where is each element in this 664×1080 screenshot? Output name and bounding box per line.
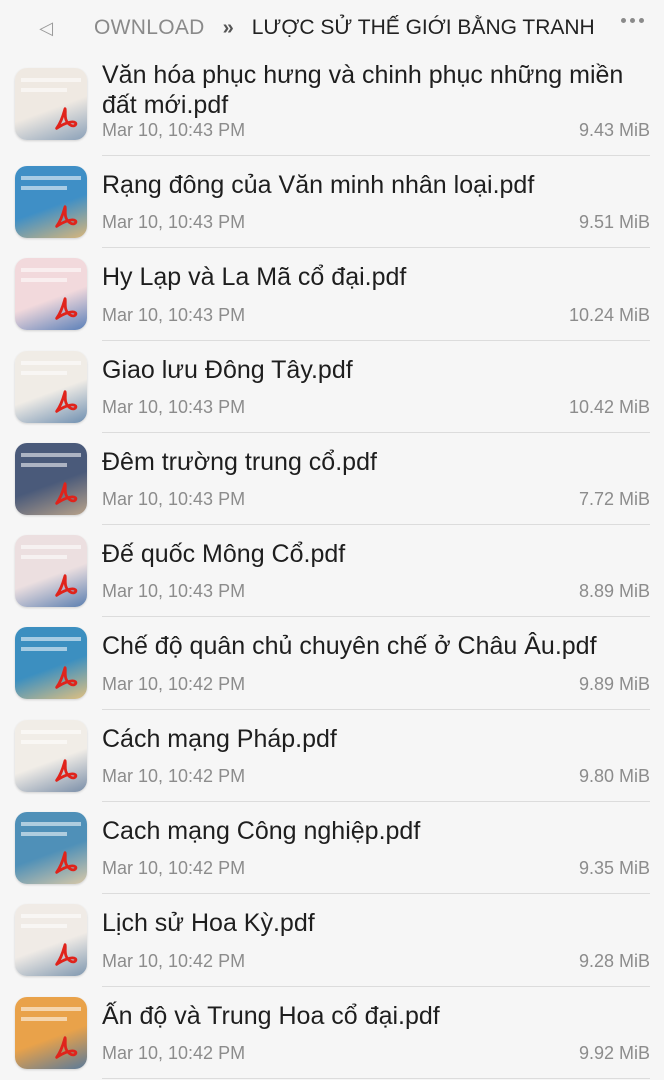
pdf-file-icon	[51, 663, 81, 693]
pdf-thumbnail	[15, 812, 87, 885]
pdf-file-icon	[51, 1033, 81, 1063]
pdf-thumbnail	[15, 68, 87, 140]
pdf-thumbnail	[15, 904, 87, 977]
file-info: Văn hóa phục hưng và chinh phục những mi…	[102, 56, 650, 156]
pdf-thumbnail	[15, 442, 87, 515]
file-size: 9.51 MiB	[578, 212, 650, 233]
file-info: Đế quốc Mông Cổ.pdf Mar 10, 10:43 PM 8.89 …	[102, 525, 650, 618]
file-date: Mar 10, 10:43 PM	[102, 489, 246, 510]
file-row[interactable]: Cách mạng Pháp.pdf Mar 10, 10:42 PM 9.80 M…	[0, 710, 664, 803]
file-info: Chế độ quân chủ chuyên chế ở Châu Âu.pdf…	[102, 617, 650, 710]
file-date: Mar 10, 10:43 PM	[102, 581, 246, 602]
file-name: Giao lưu Đông Tây.pdf	[102, 355, 353, 384]
file-name: Đêm trường trung cổ.pdf	[102, 447, 377, 476]
file-date: Mar 10, 10:43 PM	[102, 212, 246, 233]
file-name: Ấn độ và Trung Hoa cổ đại.pdf	[102, 1001, 440, 1030]
file-size: 10.42 MiB	[568, 396, 650, 417]
file-row[interactable]: Văn hóa phục hưng và chinh phục những mi…	[0, 56, 664, 156]
file-row[interactable]: Rạng đông của Văn minh nhân loại.pdf Mar …	[0, 156, 664, 249]
pdf-file-icon	[51, 571, 81, 601]
file-row[interactable]: Ấn độ và Trung Hoa cổ đại.pdf Mar 10, 10:…	[0, 987, 664, 1079]
pdf-file-icon	[51, 940, 81, 970]
file-info: Rạng đông của Văn minh nhân loại.pdf Mar …	[102, 156, 650, 249]
file-date: Mar 10, 10:42 PM	[102, 1042, 246, 1063]
pdf-file-icon	[51, 104, 81, 134]
file-row[interactable]: Hy Lạp và La Mã cổ đại.pdf Mar 10, 10:43 …	[0, 248, 664, 341]
file-date: Mar 10, 10:42 PM	[102, 950, 246, 971]
file-info: Cach mạng Công nghiệp.pdf Mar 10, 10:42 P…	[102, 802, 650, 895]
file-name: Đế quốc Mông Cổ.pdf	[102, 540, 346, 569]
file-list: Văn hóa phục hưng và chinh phục những mi…	[0, 56, 664, 1079]
file-row[interactable]: Lịch sử Hoa Kỳ.pdf Mar 10, 10:42 PM 9.28 M…	[0, 894, 664, 987]
pdf-thumbnail	[15, 350, 87, 423]
file-info: Cách mạng Pháp.pdf Mar 10, 10:42 PM 9.80 M…	[102, 710, 650, 803]
file-name: Cách mạng Pháp.pdf	[102, 724, 337, 753]
file-size: 9.89 MiB	[578, 673, 650, 694]
file-info: Ấn độ và Trung Hoa cổ đại.pdf Mar 10, 10:…	[102, 987, 650, 1079]
top-bar: ◁ OWNLOAD » LƯỢC SỬ THẾ GIỚI BẰNG TRANH	[0, 0, 664, 56]
file-info: Hy Lạp và La Mã cổ đại.pdf Mar 10, 10:43 …	[102, 248, 650, 341]
file-size: 9.28 MiB	[578, 950, 650, 971]
file-size: 8.89 MiB	[578, 581, 650, 602]
pdf-thumbnail	[15, 258, 87, 331]
file-name: Rạng đông của Văn minh nhân loại.pdf	[102, 171, 535, 199]
file-size: 10.24 MiB	[568, 304, 650, 325]
pdf-file-icon	[51, 848, 81, 878]
file-row[interactable]: Chế độ quân chủ chuyên chế ở Châu Âu.pdf…	[0, 617, 664, 710]
pdf-thumbnail	[15, 996, 87, 1069]
pdf-file-icon	[51, 294, 81, 324]
file-row[interactable]: Giao lưu Đông Tây.pdf Mar 10, 10:43 PM 10.…	[0, 341, 664, 433]
breadcrumb-parent[interactable]: OWNLOAD	[94, 16, 205, 40]
pdf-thumbnail	[15, 535, 87, 608]
file-name: Cach mạng Công nghiệp.pdf	[102, 817, 421, 846]
file-date: Mar 10, 10:43 PM	[102, 120, 246, 140]
file-date: Mar 10, 10:43 PM	[102, 304, 246, 325]
file-date: Mar 10, 10:42 PM	[102, 673, 246, 694]
file-size: 9.92 MiB	[578, 1042, 650, 1063]
file-name: Chế độ quân chủ chuyên chế ở Châu Âu.pdf	[102, 632, 597, 661]
file-row[interactable]: Đêm trường trung cổ.pdf Mar 10, 10:43 PM 7…	[0, 433, 664, 526]
pdf-thumbnail	[15, 166, 87, 238]
more-options-icon[interactable]	[621, 18, 644, 23]
file-date: Mar 10, 10:42 PM	[102, 858, 246, 879]
pdf-file-icon	[51, 387, 81, 417]
file-info: Đêm trường trung cổ.pdf Mar 10, 10:43 PM 7…	[102, 433, 650, 526]
back-arrow-icon[interactable]: ◁	[24, 18, 68, 39]
file-name: Văn hóa phục hưng và chinh phục những mi…	[102, 61, 624, 119]
pdf-file-icon	[51, 202, 81, 232]
breadcrumb-current: LƯỢC SỬ THẾ GIỚI BẰNG TRANH	[251, 16, 595, 39]
file-size: 7.72 MiB	[578, 489, 650, 510]
file-size: 9.35 MiB	[578, 858, 650, 879]
pdf-thumbnail	[15, 719, 87, 792]
breadcrumb-separator: »	[222, 16, 234, 39]
file-row[interactable]: Cach mạng Công nghiệp.pdf Mar 10, 10:42 P…	[0, 802, 664, 895]
pdf-thumbnail	[15, 627, 87, 700]
file-date: Mar 10, 10:43 PM	[102, 396, 246, 417]
file-row[interactable]: Đế quốc Mông Cổ.pdf Mar 10, 10:43 PM 8.89 …	[0, 525, 664, 618]
file-name: Hy Lạp và La Mã cổ đại.pdf	[102, 263, 407, 292]
file-info: Giao lưu Đông Tây.pdf Mar 10, 10:43 PM 10.…	[102, 341, 650, 433]
file-size: 9.80 MiB	[578, 766, 650, 787]
file-info: Lịch sử Hoa Kỳ.pdf Mar 10, 10:42 PM 9.28 M…	[102, 894, 650, 987]
file-name: Lịch sử Hoa Kỳ.pdf	[102, 909, 315, 938]
file-date: Mar 10, 10:42 PM	[102, 766, 246, 787]
pdf-file-icon	[51, 756, 81, 786]
file-size: 9.43 MiB	[578, 120, 650, 140]
pdf-file-icon	[51, 479, 81, 509]
